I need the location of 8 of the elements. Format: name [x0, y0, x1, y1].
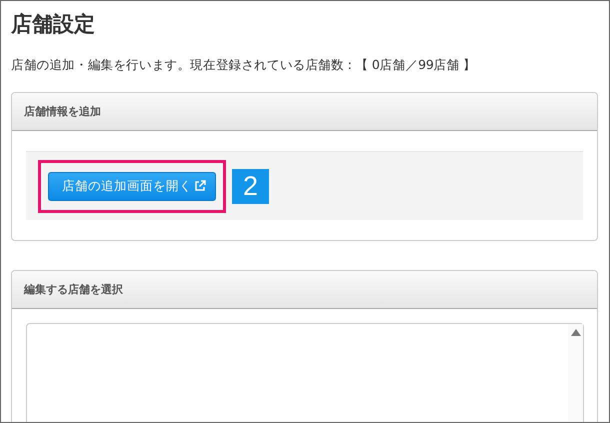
page-description: 店舗の追加・編集を行います。現在登録されている店舗数 : 【 0店舗／99店舗 】: [11, 56, 477, 74]
page-title: 店舗設定: [11, 11, 96, 38]
open-add-store-button[interactable]: 店舗の追加画面を開く: [48, 172, 216, 200]
scroll-up-icon[interactable]: [570, 329, 580, 336]
panel-header: 編集する店舗を選択: [12, 271, 597, 309]
panel-header: 店舗情報を追加: [12, 93, 597, 131]
step-number: 2: [232, 168, 269, 204]
external-link-icon: [194, 180, 206, 192]
